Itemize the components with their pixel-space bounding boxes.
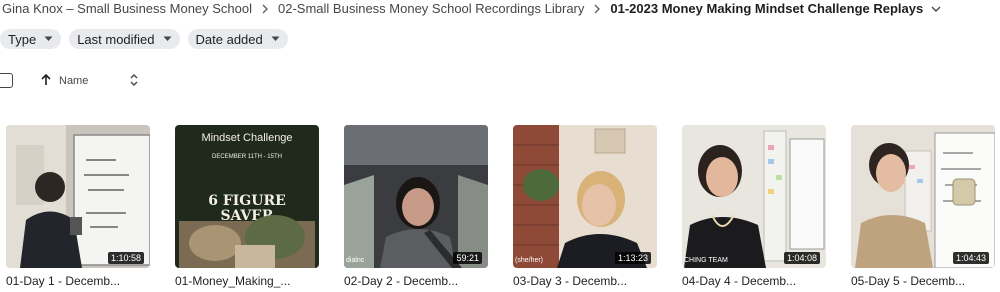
video-thumbnail[interactable]: 1:04:43 — [851, 125, 995, 268]
dropdown-arrow-icon — [44, 36, 53, 42]
chip-label: Type — [8, 31, 37, 47]
dropdown-arrow-icon — [271, 36, 280, 42]
breadcrumb: Gina Knox – Small Business Money School … — [0, 0, 941, 17]
video-thumbnail[interactable]: CHING TEAM 1:04:08 — [682, 125, 826, 268]
file-title[interactable]: 01-Money_Making_... — [175, 274, 325, 288]
chevron-right-icon — [254, 4, 276, 14]
video-duration: 1:04:43 — [952, 252, 989, 264]
poster-dates: DECEMBER 11TH - 15TH — [212, 154, 282, 160]
video-thumbnail[interactable]: dialnc 59:21 — [344, 125, 488, 268]
poster-heading: Mindset Challenge — [201, 132, 292, 144]
breadcrumb-current-folder[interactable]: 01-2023 Money Making Mindset Challenge R… — [608, 1, 925, 16]
breadcrumb-item-school[interactable]: Gina Knox – Small Business Money School — [0, 1, 254, 16]
chevron-right-icon — [586, 4, 608, 14]
image-thumbnail[interactable]: Mindset Challenge DECEMBER 11TH - 15TH 6… — [175, 125, 319, 268]
file-title[interactable]: 02-Day 2 - Decemb... — [344, 274, 494, 288]
video-duration: 1:10:58 — [107, 252, 144, 264]
date-added-filter-chip[interactable]: Date added — [187, 29, 288, 49]
poster-line1: 6 FIGURE — [208, 193, 286, 209]
name-column-header[interactable]: Name — [59, 75, 88, 87]
file-title[interactable]: 03-Day 3 - Decemb... — [513, 274, 663, 288]
participant-label: CHING TEAM — [684, 257, 728, 264]
chip-label: Date added — [195, 31, 263, 47]
dropdown-arrow-icon — [163, 36, 172, 42]
video-duration: 1:13:23 — [614, 252, 651, 264]
participant-label: dialnc — [346, 257, 365, 264]
video-thumbnail[interactable]: 1:10:58 — [6, 125, 150, 268]
video-thumbnail[interactable]: (she/her) 1:13:23 — [513, 125, 657, 268]
participant-label: (she/her) — [515, 257, 544, 264]
file-title[interactable]: 05-Day 5 - Decemb... — [851, 274, 1000, 288]
type-filter-chip[interactable]: Type — [0, 29, 62, 49]
file-title[interactable]: 01-Day 1 - Decemb... — [6, 274, 156, 288]
chevron-down-icon[interactable] — [931, 1, 941, 16]
chip-label: Last modified — [77, 31, 155, 47]
arrow-up-icon[interactable] — [40, 73, 52, 91]
breadcrumb-item-library[interactable]: 02-Small Business Money School Recording… — [276, 1, 586, 16]
video-duration: 1:04:08 — [783, 252, 820, 264]
filter-bar: Type Last modified Date added — [0, 29, 288, 49]
list-header: Name — [0, 71, 160, 91]
unfold-icon[interactable] — [129, 72, 139, 93]
last-modified-filter-chip[interactable]: Last modified — [69, 29, 180, 49]
select-all-checkbox[interactable] — [0, 73, 13, 88]
file-title[interactable]: 04-Day 4 - Decemb... — [682, 274, 832, 288]
video-duration: 59:21 — [453, 252, 482, 264]
